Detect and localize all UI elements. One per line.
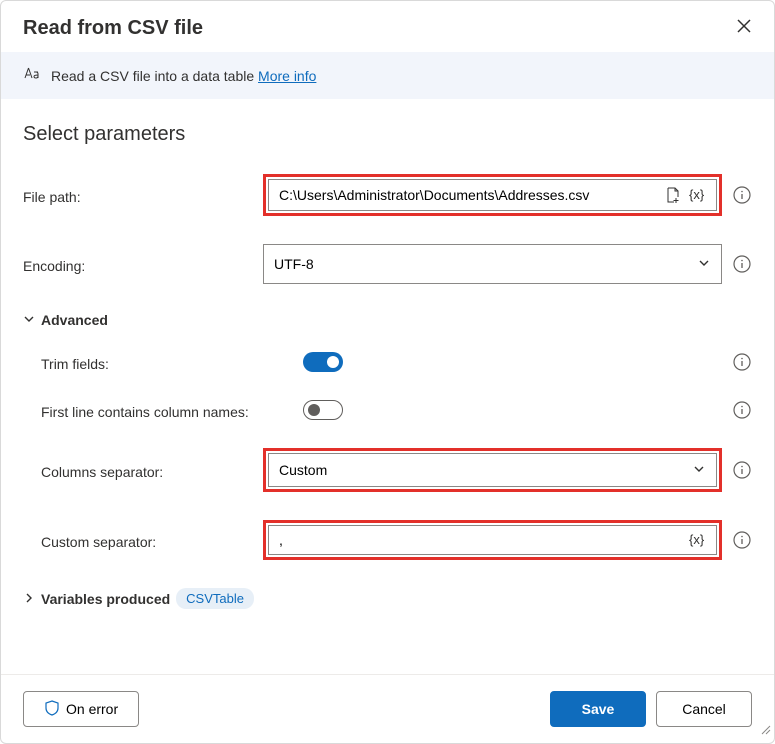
file-picker-icon[interactable]	[662, 184, 684, 206]
chevron-down-icon	[692, 462, 706, 479]
chevron-down-icon	[697, 256, 711, 273]
info-icon[interactable]	[732, 254, 752, 274]
info-icon[interactable]	[732, 460, 752, 480]
more-info-link[interactable]: More info	[258, 68, 316, 84]
encoding-label: Encoding:	[23, 254, 263, 274]
svg-text:{x}: {x}	[689, 187, 705, 202]
customsep-input[interactable]: , {x}	[268, 525, 717, 555]
filepath-input[interactable]: C:\Users\Administrator\Documents\Address…	[268, 179, 717, 211]
text-style-icon	[23, 66, 41, 85]
separator-select[interactable]: Custom	[268, 453, 717, 487]
info-icon[interactable]	[732, 400, 752, 420]
encoding-select[interactable]: UTF-8	[263, 244, 722, 284]
section-title: Select parameters	[23, 123, 752, 146]
trim-toggle[interactable]	[303, 352, 343, 372]
resize-grip-icon[interactable]	[759, 722, 771, 740]
variables-toggle[interactable]: Variables produced CSVTable	[23, 588, 752, 609]
cancel-button[interactable]: Cancel	[656, 691, 752, 727]
info-icon[interactable]	[732, 352, 752, 372]
chevron-down-icon	[23, 312, 35, 328]
on-error-button[interactable]: On error	[23, 691, 139, 727]
variable-badge[interactable]: CSVTable	[176, 588, 254, 609]
filepath-label: File path:	[23, 185, 263, 205]
dialog-title: Read from CSV file	[23, 17, 203, 40]
svg-text:{x}: {x}	[689, 532, 705, 547]
variable-picker-icon[interactable]: {x}	[688, 529, 710, 551]
info-banner: Read a CSV file into a data table More i…	[1, 52, 774, 99]
variable-picker-icon[interactable]: {x}	[688, 184, 710, 206]
shield-icon	[44, 700, 60, 719]
separator-label: Columns separator:	[23, 460, 263, 480]
advanced-toggle[interactable]: Advanced	[23, 312, 752, 328]
trim-label: Trim fields:	[23, 352, 263, 372]
firstline-toggle[interactable]	[303, 400, 343, 420]
customsep-label: Custom separator:	[23, 530, 263, 550]
chevron-right-icon	[23, 591, 35, 607]
firstline-label: First line contains column names:	[23, 400, 263, 420]
info-icon[interactable]	[732, 185, 752, 205]
banner-description: Read a CSV file into a data table	[51, 68, 254, 84]
close-icon[interactable]	[736, 18, 752, 39]
save-button[interactable]: Save	[550, 691, 646, 727]
info-icon[interactable]	[732, 530, 752, 550]
